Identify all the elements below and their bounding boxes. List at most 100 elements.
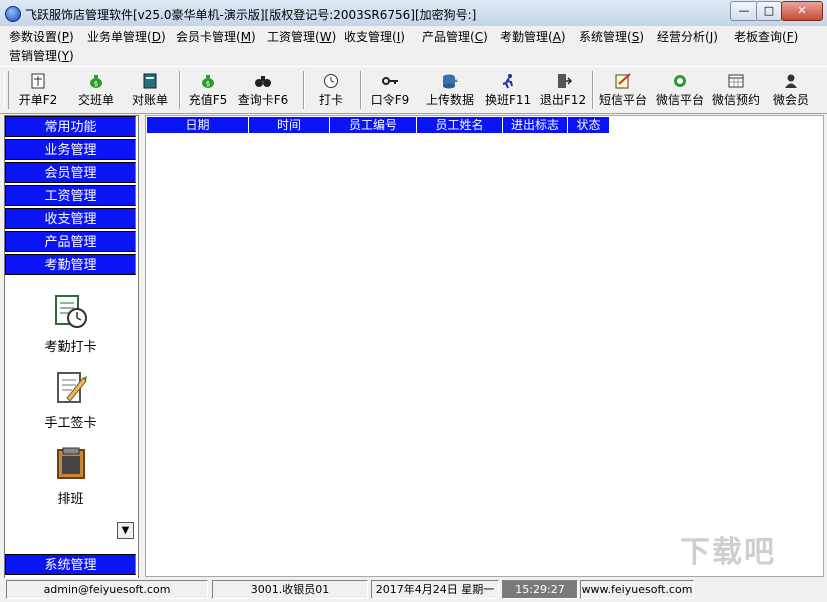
menu-hotkey: Y [61,49,70,63]
toolbar-label: 交班单 [77,93,114,107]
svg-text:$: $ [206,80,210,88]
close-icon: ✕ [797,4,807,17]
menu-paren: ) [331,30,337,44]
clock-in-button[interactable]: 打卡 [312,69,350,111]
toolbar-grip[interactable] [4,71,9,109]
menu-business[interactable]: 业务单管理(D) [87,28,166,45]
shift-change-button[interactable]: 换班F11 [485,69,531,111]
member-icon [785,74,797,88]
column-header-in-out[interactable]: 进出标志 [503,117,568,133]
status-date: 2017年4月24日 星期一 [371,580,499,599]
column-header-employee-name[interactable]: 员工姓名 [417,117,503,133]
manual-sign-tool[interactable]: 手工签卡 [5,370,136,431]
wechat-booking-button[interactable]: 微信预约 [710,69,762,111]
upload-data-button[interactable]: 上传数据 [423,69,477,111]
menu-income-expense[interactable]: 收支管理(I) [344,28,405,45]
handover-button[interactable]: $ 交班单 [73,69,119,111]
maximize-button[interactable]: □ [756,1,782,21]
toolbar: 开单F2 $ 交班单 对账单 $ 充值F5 查询卡F6 打卡 口令F9 上传数据… [0,66,827,114]
menu-label: 考勤管理( [500,30,553,44]
attendance-clock-tool[interactable]: 考勤打卡 [5,294,136,355]
menu-analysis[interactable]: 经营分析(J) [657,28,718,45]
column-header-employee-id[interactable]: 员工编号 [330,117,417,133]
close-button[interactable]: ✕ [781,1,823,21]
menu-bar: 参数设置(P) 业务单管理(D) 会员卡管理(M) 工资管理(W) 收支管理(I… [0,26,827,66]
column-header-time[interactable]: 时间 [249,117,330,133]
sidebar-category-finance[interactable]: 收支管理 [5,208,136,229]
menu-boss-query[interactable]: 老板查询(F) [734,28,798,45]
menu-label: 工资管理( [267,30,320,44]
sidebar-category-salary[interactable]: 工资管理 [5,185,136,206]
toolbar-label: 微信预约 [711,93,760,107]
minimize-button[interactable]: — [730,1,758,21]
attendance-clock-icon [54,295,87,328]
toolbar-label: 微信平台 [655,93,704,107]
menu-label: 产品管理( [422,30,475,44]
menu-salary[interactable]: 工资管理(W) [267,28,336,45]
toolbar-label: 打卡 [318,93,343,107]
sidebar-category-member[interactable]: 会员管理 [5,162,136,183]
toolbar-label: 口令F9 [370,93,410,107]
menu-params[interactable]: 参数设置(P) [9,28,74,45]
menu-hotkey: P [61,30,69,44]
exit-button[interactable]: 退出F12 [539,69,587,111]
database-upload-icon [443,74,458,89]
maximize-icon: □ [763,4,775,17]
statement-button[interactable]: 对账单 [127,69,173,111]
menu-paren: ) [639,30,644,44]
menu-member-card[interactable]: 会员卡管理(M) [176,28,256,45]
sidebar-scroll-down-button[interactable]: ▼ [117,522,134,539]
toolbar-label: 微会员 [772,93,809,107]
sidebar: 常用功能 业务管理 会员管理 工资管理 收支管理 产品管理 考勤管理 考勤打卡 … [4,115,139,579]
invoice-icon [31,73,45,89]
menu-label: 系统管理( [579,30,632,44]
status-website: www.feiyuesoft.com [580,580,694,599]
svg-text:$: $ [94,80,98,88]
menu-paren: ) [713,30,718,44]
sidebar-tool-label: 手工签卡 [44,416,97,431]
app-logo-icon [5,6,21,22]
menu-system[interactable]: 系统管理(S) [579,28,644,45]
toolbar-label: 充值F5 [188,93,228,107]
sidebar-tool-label: 考勤打卡 [44,340,97,355]
column-header-status[interactable]: 状态 [568,117,610,133]
sidebar-category-system[interactable]: 系统管理 [5,554,136,575]
toolbar-label: 开单F2 [18,93,58,107]
money-bag-icon: $ [90,75,102,88]
exit-door-icon [558,74,572,88]
sms-platform-button[interactable]: 短信平台 [597,69,649,111]
column-header-date[interactable]: 日期 [147,117,249,133]
micro-member-button[interactable]: 微会员 [768,69,814,111]
window-title: 飞跃服饰店管理软件[v25.0豪华单机-演示版][版权登记号:2003SR675… [25,8,477,22]
open-order-button[interactable]: 开单F2 [14,69,62,111]
sidebar-category-attendance[interactable]: 考勤管理 [5,254,136,275]
menu-attendance[interactable]: 考勤管理(A) [500,28,566,45]
menu-paren: ) [400,30,405,44]
menu-hotkey: W [319,30,332,44]
menu-products[interactable]: 产品管理(C) [422,28,488,45]
password-button[interactable]: 口令F9 [368,69,412,111]
toolbar-separator [360,71,362,109]
sidebar-category-common[interactable]: 常用功能 [5,116,136,137]
menu-label: 会员卡管理( [176,30,241,44]
toolbar-label: 换班F11 [485,93,532,107]
menu-label: 业务单管理( [87,30,152,44]
menu-hotkey: F [786,30,794,44]
menu-paren: ) [251,30,256,44]
menu-label: 经营分析( [657,30,710,44]
menu-paren: ) [560,30,566,44]
sidebar-category-products[interactable]: 产品管理 [5,231,136,252]
ledger-icon [143,73,157,89]
sidebar-category-business[interactable]: 业务管理 [5,139,136,160]
sidebar-tool-label: 排班 [57,492,84,507]
status-time: 15:29:27 [502,580,578,599]
toolbar-label: 对账单 [131,93,168,107]
shift-schedule-tool[interactable]: 排班 [5,446,136,507]
wechat-platform-button[interactable]: 微信平台 [654,69,706,111]
query-card-button[interactable]: 查询卡F6 [236,69,290,111]
menu-label: 营销管理( [9,49,62,63]
menu-paren: ) [793,30,799,44]
recharge-button[interactable]: $ 充值F5 [185,69,231,111]
menu-marketing[interactable]: 营销管理(Y) [9,47,74,64]
attendance-grid[interactable]: 日期 时间 员工编号 员工姓名 进出标志 状态 [145,115,824,577]
